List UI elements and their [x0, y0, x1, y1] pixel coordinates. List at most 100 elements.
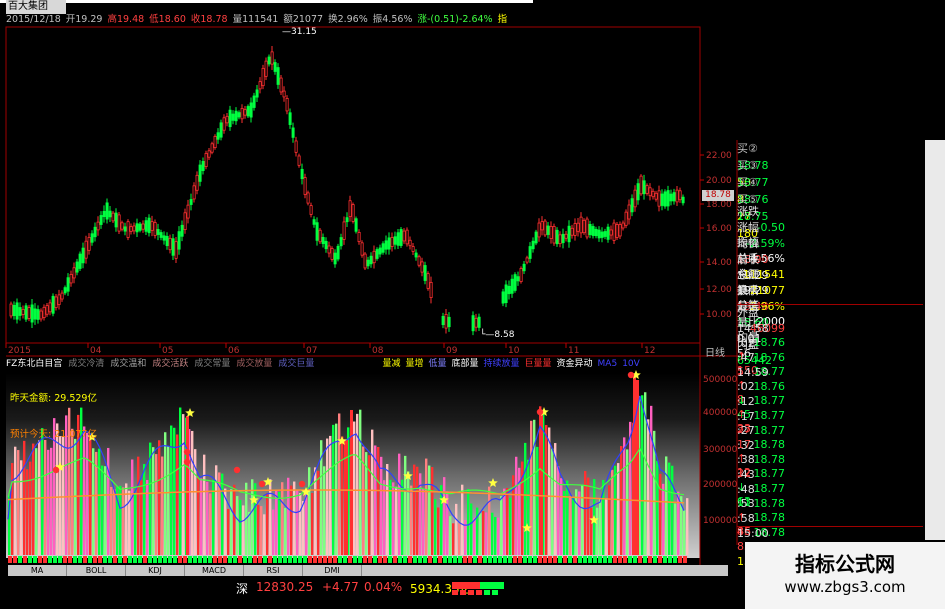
candle-body: [15, 302, 19, 320]
volume-bar: [17, 450, 20, 555]
index-pct: 0.04%: [364, 580, 403, 594]
candle-body: [636, 183, 640, 201]
stock-name-tab[interactable]: 百大集团: [6, 0, 66, 14]
period-label[interactable]: 日线: [705, 344, 725, 359]
tick-row[interactable]: :43 18.77 11: [737, 468, 923, 509]
candle-body: [585, 218, 589, 238]
volume-bar: [266, 492, 269, 555]
tick-row[interactable]: :17 18.77 17: [737, 410, 923, 451]
candle-body: [147, 217, 151, 234]
tick-row[interactable]: :12 18.77 27: [737, 395, 923, 436]
strip-cell: [648, 556, 652, 563]
tab-macd[interactable]: MACD: [185, 565, 244, 576]
candle-body: [663, 191, 667, 207]
strip-cell: [333, 556, 337, 563]
strip-cell: [208, 556, 212, 563]
tick-row[interactable]: 14:58 18.76 ↑ 150: [737, 322, 923, 377]
candle-body: [279, 77, 283, 93]
legend-item: 10V: [622, 359, 640, 369]
candle-body: [624, 211, 628, 226]
candle-body: [183, 212, 187, 231]
candle-body: [573, 223, 577, 236]
tab-rsi[interactable]: RSI: [244, 565, 303, 576]
strip-cell: [33, 556, 37, 563]
tick-time: :48: [737, 482, 755, 496]
strip-cell: [258, 556, 262, 563]
candle-body: [255, 89, 259, 98]
candle-body: [240, 108, 244, 120]
strip-cell: [378, 556, 382, 563]
strip-cell: [303, 556, 307, 563]
strip-cell: [393, 556, 397, 563]
tick-row[interactable]: :32 18.78 32: [737, 439, 923, 480]
candle-body: [387, 237, 391, 250]
quote-field: 收18.78: [190, 14, 228, 25]
candle-body: [309, 205, 313, 215]
strip-cell: [133, 556, 137, 563]
strip-cell: [578, 556, 582, 563]
volume-bar: [146, 480, 149, 555]
candle-body: [345, 217, 349, 223]
candle-body: [264, 60, 268, 77]
volume-bar: [617, 463, 620, 555]
strip-cell: [308, 556, 312, 563]
candle-body: [639, 175, 643, 195]
tab-dmi[interactable]: DMI: [303, 565, 362, 576]
tick-row[interactable]: :58 18.78 85: [737, 511, 923, 553]
candle-body: [216, 132, 220, 140]
candle-body: [273, 62, 277, 72]
tick-row[interactable]: :53 18.78 85: [737, 497, 923, 538]
strip-cell: [508, 556, 512, 563]
candle-body: [531, 240, 535, 250]
volume-bar: [113, 488, 116, 555]
volume-bar: [179, 407, 182, 555]
strip-cell: [298, 556, 302, 563]
candle-body: [549, 226, 553, 239]
tick-row[interactable]: 15:0018.78159: [737, 526, 923, 568]
tick-row[interactable]: :02 18.76 5: [737, 337, 923, 378]
candle-body: [102, 210, 106, 218]
volume-bar: [524, 442, 527, 555]
candle-body: [177, 231, 181, 250]
candle-body: [375, 249, 379, 259]
tick-row[interactable]: 14:59 18.76 ↓ 45: [737, 366, 923, 421]
volume-bar: [659, 473, 662, 555]
tick-time: :58: [737, 511, 755, 525]
candle-body: [564, 233, 568, 239]
tick-row[interactable]: :27 18.78 ↑ 12: [737, 424, 923, 479]
candle-body: [621, 222, 625, 229]
strip-cell: [28, 556, 32, 563]
strip-cell: [13, 556, 17, 563]
legend-item: MA5: [597, 359, 618, 369]
volume-bar: [284, 507, 287, 555]
tick-row[interactable]: :48 18.78 ↑ 46: [737, 482, 923, 538]
tick-row[interactable]: :47 18.77 ↑ 8: [737, 351, 923, 406]
tab-kdj[interactable]: KDJ: [126, 565, 185, 576]
strip-cell: [338, 556, 342, 563]
strip-cell: [478, 556, 482, 563]
legend-item: 量增: [405, 359, 424, 369]
volume-bar: [428, 465, 431, 555]
tab-ma[interactable]: MA: [8, 565, 67, 576]
strip-cell: [153, 556, 157, 563]
tick-row[interactable]: :38 18.77 ↓ 63: [737, 453, 923, 508]
volume-bar: [311, 493, 314, 555]
volume-bar: [527, 459, 530, 555]
quote-field: 低18.60: [149, 14, 186, 25]
candle-body: [423, 265, 427, 281]
candle-body: [90, 233, 94, 243]
candle-body: [84, 240, 88, 259]
strip-cell: [408, 556, 412, 563]
strip-cell: [233, 556, 237, 563]
candle-body: [174, 241, 178, 259]
volume-bar: [329, 435, 332, 555]
candle-body: [420, 261, 424, 273]
strip-cell: [118, 556, 122, 563]
volume-bar: [443, 477, 446, 555]
stats-row: 换手 2.96% 量比 0.01: [737, 283, 923, 345]
strip-cell: [348, 556, 352, 563]
tab-boll[interactable]: BOLL: [67, 565, 126, 576]
strip-cell: [493, 556, 497, 563]
candle-body: [477, 316, 481, 328]
tick-row[interactable]: :02 18.77 ↑ 33: [737, 380, 923, 435]
